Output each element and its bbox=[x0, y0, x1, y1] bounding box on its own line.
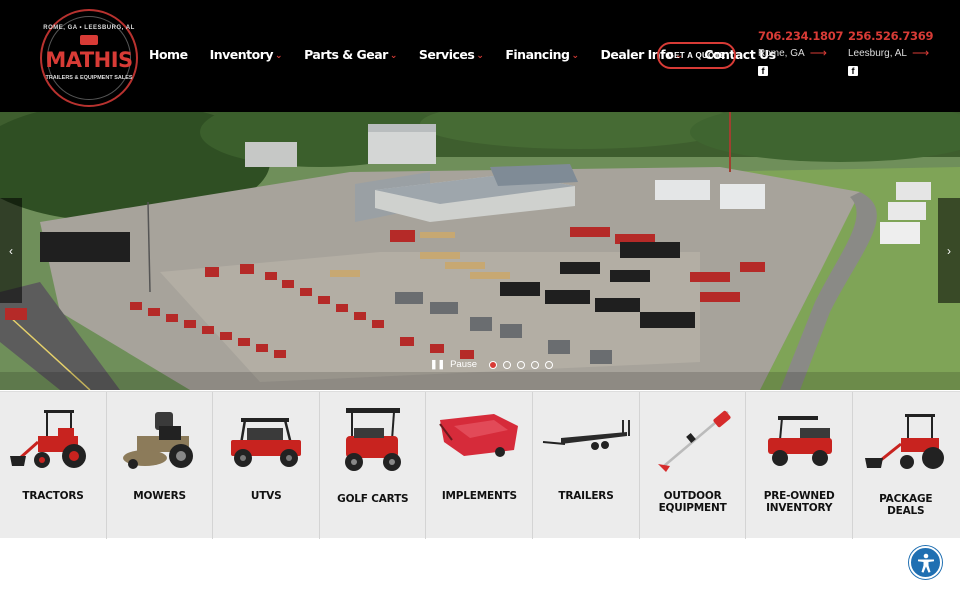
category-label-line2: DEALS bbox=[887, 505, 925, 517]
category-label-line1: PACKAGE bbox=[879, 493, 933, 505]
contact-rome: 706.234.1807 Rome, GA ⟶ f bbox=[758, 29, 843, 76]
nav-parts-gear[interactable]: Parts & Gear ⌄ bbox=[304, 44, 397, 64]
arrow-right-icon: ⟶ bbox=[809, 46, 827, 60]
category-label-line2: INVENTORY bbox=[766, 502, 833, 514]
pause-label: Pause bbox=[450, 359, 478, 370]
site-header: ROME, GA • LEESBURG, AL MATHIS TRAILERS … bbox=[0, 0, 960, 112]
category-outdoor-equipment[interactable]: OUTDOOR EQUIPMENT bbox=[640, 392, 747, 539]
chevron-down-icon: ⌄ bbox=[275, 50, 283, 61]
slider-next-button[interactable]: › bbox=[938, 198, 960, 303]
slide-dot-2[interactable] bbox=[503, 360, 512, 369]
category-label: UTVS bbox=[250, 490, 282, 502]
slider-controls: ❚❚ Pause bbox=[430, 359, 559, 370]
nav-home-label: Home bbox=[149, 46, 188, 62]
golf-cart-icon bbox=[344, 408, 401, 471]
logo-bottom-text: TRAILERS & EQUIPMENT SALES bbox=[45, 75, 133, 81]
category-label: PACKAGE DEALS bbox=[853, 493, 959, 517]
get-a-quote-button[interactable]: GET A QUOTE bbox=[657, 42, 736, 69]
category-golf-carts[interactable]: GOLF CARTS bbox=[320, 392, 427, 539]
facebook-icon[interactable]: f bbox=[848, 66, 858, 76]
nav-inventory-label: Inventory bbox=[209, 46, 274, 62]
category-utvs[interactable]: UTVS bbox=[213, 392, 320, 539]
trailer-icon bbox=[542, 420, 630, 450]
accessibility-icon bbox=[917, 553, 934, 573]
category-label: PRE-OWNED INVENTORY bbox=[746, 490, 852, 514]
category-label: TRACTORS bbox=[22, 490, 84, 502]
trimmer-icon bbox=[657, 410, 731, 472]
facebook-icon[interactable]: f bbox=[758, 66, 768, 76]
implement-icon bbox=[439, 414, 519, 457]
utility-vehicle-icon bbox=[768, 416, 833, 466]
phone-link-leesburg[interactable]: 256.526.7369 bbox=[848, 29, 933, 43]
logo-brand: MATHIS bbox=[45, 48, 133, 72]
phone-link-rome[interactable]: 706.234.1807 bbox=[758, 29, 843, 43]
category-package-deals[interactable]: PACKAGE DEALS bbox=[853, 392, 960, 539]
category-label-line2: EQUIPMENT bbox=[658, 502, 727, 514]
nav-financing[interactable]: Financing ⌄ bbox=[505, 44, 579, 64]
pause-button[interactable]: ❚❚ Pause bbox=[430, 359, 477, 370]
hero-slider: ‹ › ❚❚ Pause bbox=[0, 112, 960, 390]
slide-dot-3[interactable] bbox=[517, 360, 526, 369]
category-label: OUTDOOR EQUIPMENT bbox=[640, 490, 746, 514]
category-label: MOWERS bbox=[133, 490, 186, 502]
tractor-icon bbox=[10, 410, 86, 468]
contact-leesburg: 256.526.7369 Leesburg, AL ⟶ f bbox=[848, 29, 933, 76]
logo-top-text: ROME, GA • LEESBURG, AL bbox=[43, 25, 135, 31]
location-link-leesburg[interactable]: Leesburg, AL ⟶ bbox=[848, 46, 933, 60]
category-trailers[interactable]: TRAILERS bbox=[533, 392, 640, 539]
category-mowers[interactable]: MOWERS bbox=[107, 392, 214, 539]
utv-icon bbox=[231, 418, 302, 467]
location-label-rome: Rome, GA bbox=[758, 47, 805, 59]
chevron-right-icon: › bbox=[947, 243, 951, 258]
nav-services[interactable]: Services ⌄ bbox=[418, 44, 484, 64]
arrow-right-icon: ⟶ bbox=[911, 46, 930, 60]
category-grid: TRACTORS MOWERS UTVS GOLF CARTS IMPLEMEN… bbox=[0, 391, 960, 539]
category-label: TRAILERS bbox=[558, 490, 614, 502]
pause-icon: ❚❚ bbox=[430, 359, 446, 369]
logo-truck-icon bbox=[80, 35, 98, 45]
category-pre-owned-inventory[interactable]: PRE-OWNED INVENTORY bbox=[746, 392, 853, 539]
slide-dot-5[interactable] bbox=[545, 360, 554, 369]
nav-financing-label: Financing bbox=[505, 46, 570, 62]
nav-parts-gear-label: Parts & Gear bbox=[304, 46, 388, 62]
slider-prev-button[interactable]: ‹ bbox=[0, 198, 22, 303]
category-label-line1: OUTDOOR bbox=[663, 490, 722, 502]
nav-services-label: Services bbox=[418, 46, 475, 62]
accessibility-button[interactable] bbox=[909, 546, 942, 579]
package-deal-icon bbox=[864, 414, 944, 469]
nav-inventory[interactable]: Inventory ⌄ bbox=[210, 44, 283, 64]
slide-dot-4[interactable] bbox=[531, 360, 540, 369]
slide-dot-1[interactable] bbox=[489, 360, 498, 369]
chevron-down-icon: ⌄ bbox=[476, 50, 484, 61]
location-label-leesburg: Leesburg, AL bbox=[848, 47, 907, 59]
nav-home[interactable]: Home bbox=[149, 44, 188, 64]
category-label: IMPLEMENTS bbox=[441, 490, 517, 502]
category-implements[interactable]: IMPLEMENTS bbox=[426, 392, 533, 539]
aerial-dealership-photo bbox=[0, 112, 960, 390]
chevron-down-icon: ⌄ bbox=[571, 50, 579, 61]
chevron-down-icon: ⌄ bbox=[389, 50, 398, 61]
category-label: GOLF CARTS bbox=[337, 493, 409, 505]
category-label-line1: PRE-OWNED bbox=[763, 490, 835, 502]
category-tractors[interactable]: TRACTORS bbox=[0, 392, 107, 539]
mathis-logo[interactable]: ROME, GA • LEESBURG, AL MATHIS TRAILERS … bbox=[40, 9, 138, 107]
mower-icon bbox=[122, 412, 193, 469]
chevron-left-icon: ‹ bbox=[9, 243, 13, 258]
location-link-rome[interactable]: Rome, GA ⟶ bbox=[758, 46, 843, 60]
